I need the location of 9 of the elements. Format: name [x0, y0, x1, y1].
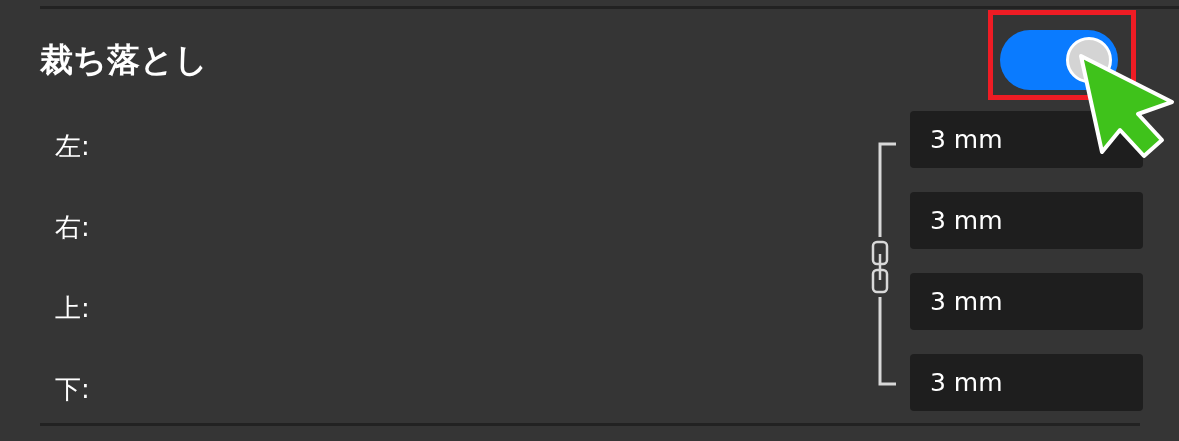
field-label: 下: — [55, 373, 90, 406]
field-label: 右: — [55, 211, 90, 244]
field-label: 左: — [55, 130, 90, 163]
field-label: 上: — [55, 292, 90, 325]
cursor-icon — [1076, 52, 1176, 160]
input-field[interactable]: 3 mm — [910, 192, 1143, 249]
input-field[interactable]: 3 mm — [910, 273, 1143, 330]
input-field[interactable]: 3 mm — [910, 354, 1143, 411]
section-title: 裁ち落とし — [40, 39, 208, 82]
